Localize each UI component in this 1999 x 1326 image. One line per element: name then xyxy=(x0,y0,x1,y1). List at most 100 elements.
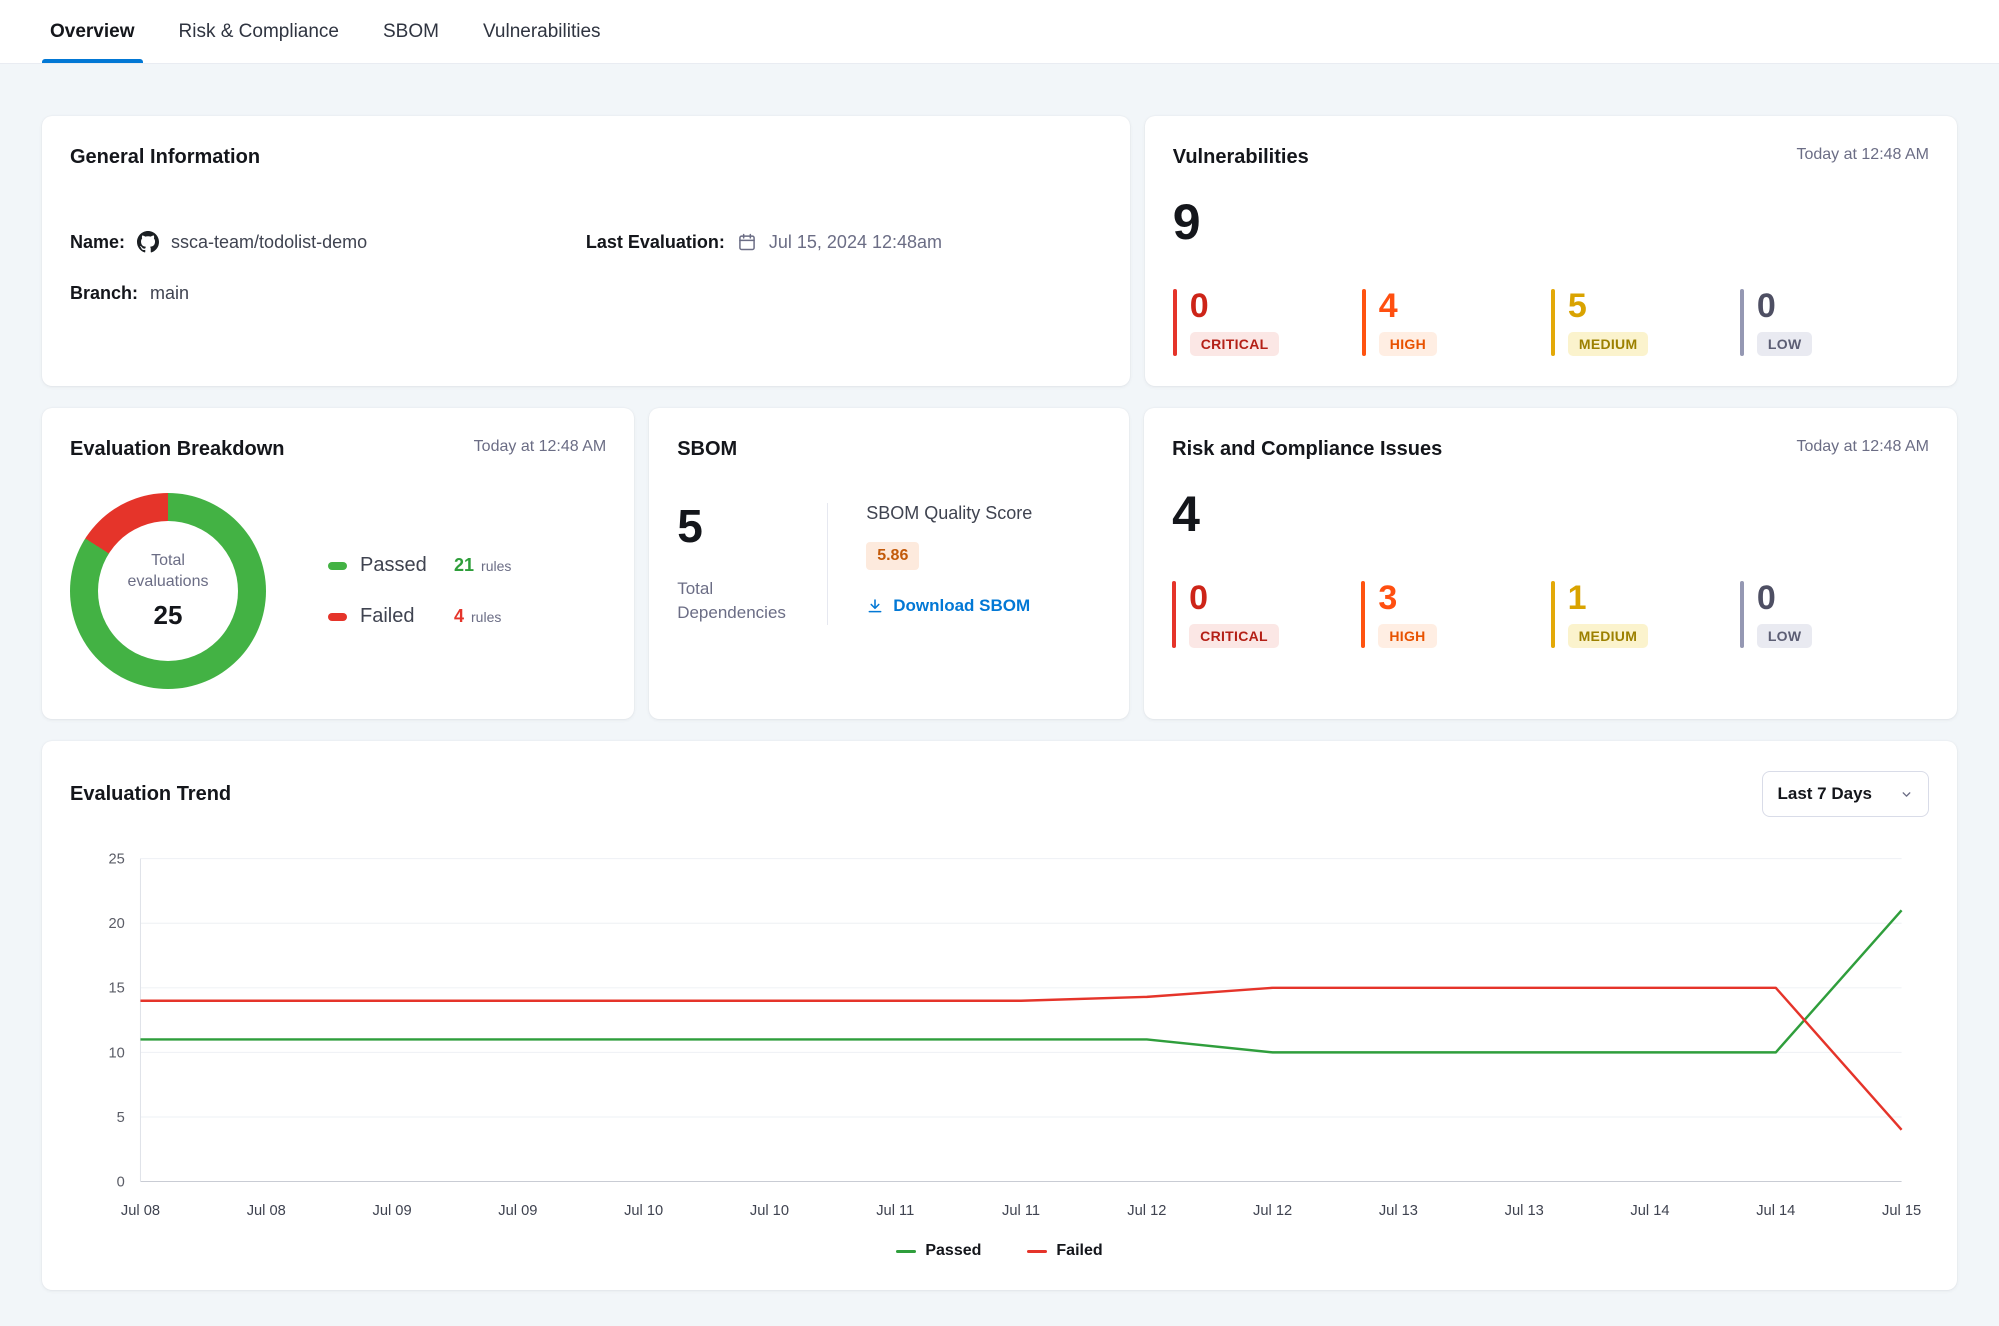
severity-low: 0 LOW xyxy=(1740,581,1929,648)
severity-count: 0 xyxy=(1757,581,1813,615)
severity-high: 4 HIGH xyxy=(1362,289,1551,356)
svg-text:0: 0 xyxy=(117,1174,125,1190)
vulnerabilities-title: Vulnerabilities xyxy=(1173,146,1309,169)
severity-label-badge: HIGH xyxy=(1378,624,1436,648)
risk-compliance-total: 4 xyxy=(1172,489,1929,539)
svg-text:Jul 13: Jul 13 xyxy=(1505,1203,1544,1219)
severity-bar xyxy=(1361,581,1365,648)
vulnerabilities-severity-row: 0 CRITICAL 4 HIGH 5 MEDIUM xyxy=(1173,289,1929,356)
svg-text:10: 10 xyxy=(108,1045,124,1061)
svg-text:Jul 08: Jul 08 xyxy=(247,1203,286,1219)
svg-text:Jul 12: Jul 12 xyxy=(1253,1203,1292,1219)
branch-row: Branch: main xyxy=(70,283,586,304)
severity-label-badge: CRITICAL xyxy=(1190,332,1280,356)
svg-text:Jul 10: Jul 10 xyxy=(624,1203,663,1219)
repo-name-value: ssca-team/todolist-demo xyxy=(171,232,367,253)
vulnerabilities-total: 9 xyxy=(1173,197,1929,247)
evaluations-donut: Total evaluations 25 xyxy=(70,493,266,689)
severity-high: 3 HIGH xyxy=(1361,581,1550,648)
legend-label: Failed xyxy=(360,605,454,628)
legend-count: 4 xyxy=(454,606,464,627)
severity-bar xyxy=(1740,289,1744,356)
evaluation-breakdown-timestamp: Today at 12:48 AM xyxy=(474,438,607,456)
svg-text:Jul 11: Jul 11 xyxy=(1002,1203,1040,1219)
severity-bar xyxy=(1362,289,1366,356)
sbom-title: SBOM xyxy=(677,438,737,461)
severity-label-badge: LOW xyxy=(1757,624,1813,648)
github-icon xyxy=(137,231,159,253)
severity-bar xyxy=(1551,581,1555,648)
time-range-value: Last 7 Days xyxy=(1778,784,1873,804)
trend-legend-failed: Failed xyxy=(1027,1242,1102,1260)
general-information-card: General Information Name: ssca-team/todo… xyxy=(42,116,1130,386)
severity-count: 5 xyxy=(1568,289,1649,323)
sbom-total-label: Total Dependencies xyxy=(677,577,789,625)
sbom-quality-label: SBOM Quality Score xyxy=(866,503,1032,524)
trend-chart: 0510152025Jul 08Jul 08Jul 09Jul 09Jul 10… xyxy=(70,843,1929,1234)
failed-legend-swatch xyxy=(328,613,347,621)
sbom-quality-block: SBOM Quality Score 5.86 Download SBOM xyxy=(866,503,1032,625)
risk-compliance-timestamp: Today at 12:48 AM xyxy=(1796,438,1929,456)
sbom-total-value: 5 xyxy=(677,503,789,549)
severity-bar xyxy=(1740,581,1744,648)
tab-risk-compliance[interactable]: Risk & Compliance xyxy=(179,0,340,63)
tab-overview[interactable]: Overview xyxy=(50,0,135,63)
legend-row-failed: Failed 4 rules xyxy=(328,605,511,628)
chevron-down-icon xyxy=(1900,788,1913,801)
donut-center: Total evaluations 25 xyxy=(70,493,266,689)
severity-label-badge: LOW xyxy=(1757,332,1813,356)
svg-text:Jul 13: Jul 13 xyxy=(1379,1203,1418,1219)
last-evaluation-value: Jul 15, 2024 12:48am xyxy=(769,232,942,253)
severity-label-badge: MEDIUM xyxy=(1568,624,1649,648)
severity-label-badge: CRITICAL xyxy=(1189,624,1279,648)
svg-text:5: 5 xyxy=(117,1110,125,1126)
severity-count: 1 xyxy=(1568,581,1649,615)
svg-text:Jul 15: Jul 15 xyxy=(1882,1203,1921,1219)
severity-critical: 0 CRITICAL xyxy=(1173,289,1362,356)
severity-bar xyxy=(1551,289,1555,356)
vulnerabilities-card: Vulnerabilities Today at 12:48 AM 9 0 CR… xyxy=(1145,116,1957,386)
svg-text:Jul 09: Jul 09 xyxy=(498,1203,537,1219)
tab-sbom[interactable]: SBOM xyxy=(383,0,439,63)
sbom-quality-score-badge: 5.86 xyxy=(866,542,919,570)
download-icon xyxy=(866,597,884,615)
top-tab-bar: Overview Risk & Compliance SBOM Vulnerab… xyxy=(0,0,1999,64)
severity-medium: 1 MEDIUM xyxy=(1551,581,1740,648)
evaluation-legend: Passed 21 rules Failed 4 rules xyxy=(328,554,511,628)
severity-low: 0 LOW xyxy=(1740,289,1929,356)
severity-count: 0 xyxy=(1189,581,1279,615)
sbom-total-block: 5 Total Dependencies xyxy=(677,503,789,625)
severity-label-badge: MEDIUM xyxy=(1568,332,1649,356)
severity-count: 3 xyxy=(1378,581,1436,615)
divider xyxy=(827,503,828,625)
legend-unit: rules xyxy=(471,609,501,625)
severity-bar xyxy=(1172,581,1176,648)
trend-legend-passed: Passed xyxy=(896,1242,981,1260)
download-sbom-link[interactable]: Download SBOM xyxy=(866,596,1032,616)
svg-text:Jul 10: Jul 10 xyxy=(750,1203,789,1219)
svg-text:25: 25 xyxy=(108,852,124,868)
general-information-title: General Information xyxy=(70,146,260,169)
legend-unit: rules xyxy=(481,558,511,574)
severity-bar xyxy=(1173,289,1177,356)
tab-vulnerabilities[interactable]: Vulnerabilities xyxy=(483,0,601,63)
trend-legend-label: Passed xyxy=(925,1242,981,1260)
svg-text:20: 20 xyxy=(108,916,124,932)
legend-row-passed: Passed 21 rules xyxy=(328,554,511,577)
severity-count: 0 xyxy=(1757,289,1813,323)
svg-text:Jul 11: Jul 11 xyxy=(876,1203,914,1219)
last-evaluation-label: Last Evaluation: xyxy=(586,232,725,253)
donut-center-value: 25 xyxy=(154,600,183,631)
evaluation-trend-card: Evaluation Trend Last 7 Days 0510152025J… xyxy=(42,741,1957,1290)
risk-compliance-title: Risk and Compliance Issues xyxy=(1172,438,1442,461)
calendar-icon xyxy=(737,232,757,252)
risk-compliance-severity-row: 0 CRITICAL 3 HIGH 1 MEDIUM xyxy=(1172,581,1929,648)
branch-label: Branch: xyxy=(70,283,138,304)
evaluation-breakdown-title: Evaluation Breakdown xyxy=(70,438,285,461)
branch-value: main xyxy=(150,283,189,304)
time-range-select[interactable]: Last 7 Days xyxy=(1762,771,1930,817)
svg-text:Jul 14: Jul 14 xyxy=(1630,1203,1669,1219)
passed-line-swatch xyxy=(896,1250,916,1253)
svg-text:Jul 14: Jul 14 xyxy=(1756,1203,1795,1219)
svg-text:15: 15 xyxy=(108,981,124,997)
